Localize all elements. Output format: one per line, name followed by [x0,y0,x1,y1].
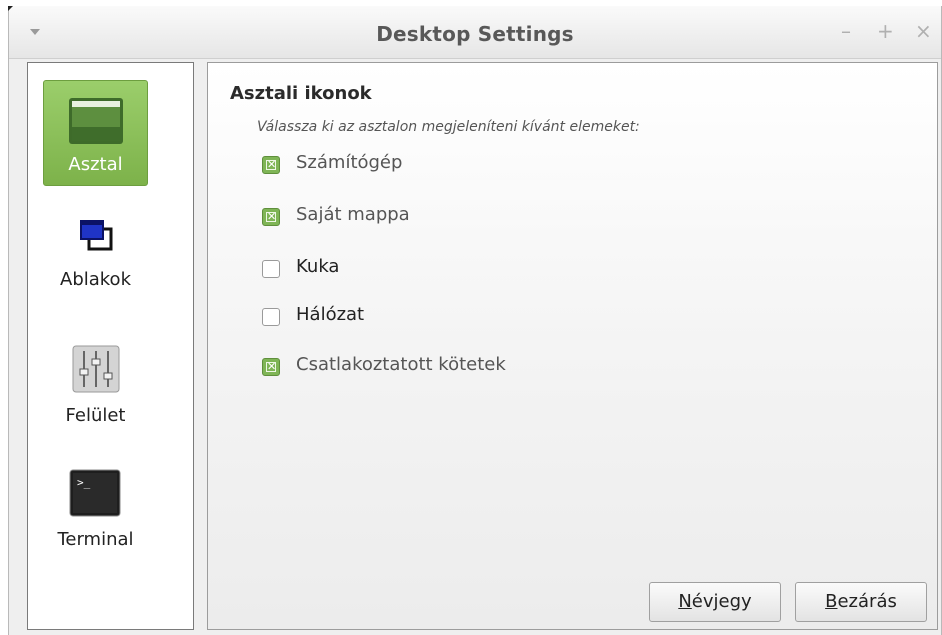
sidebar: Asztal Ablakok Felület >_ Terminal [27,62,194,630]
sidebar-item-asztal[interactable]: Asztal [43,80,148,186]
check-mark-icon: ✕ [267,210,277,223]
close-window-button[interactable]: × [915,20,932,42]
content-panel: Asztali ikonok Válassza ki az asztalon m… [207,62,938,630]
window-corner [8,6,13,11]
close-mnemonic: B [825,591,838,612]
section-subtitle: Válassza ki az asztalon megjeleníteni kí… [257,119,640,135]
svg-text:>_: >_ [77,476,91,489]
sidebar-item-felulet[interactable]: Felület [43,335,148,441]
settings-window: Desktop Settings – + × Asztal Ablakok Fe… [8,6,942,635]
sidebar-item-label: Ablakok [60,269,131,290]
desktop-icon [69,98,123,144]
minimize-button[interactable]: – [841,20,851,42]
maximize-button[interactable]: + [877,20,894,42]
section-title: Asztali ikonok [230,83,372,104]
option-label[interactable]: Kuka [296,256,339,277]
check-mark-icon: ✕ [267,360,277,373]
checkbox-szamitogep[interactable]: ✕ [262,156,280,174]
checkbox-csatlakoztatott-kotetek[interactable]: ✕ [262,358,280,376]
checkbox-halozat[interactable] [262,308,280,326]
about-mnemonic: N [678,591,692,612]
checkbox-kuka[interactable] [262,260,280,278]
sliders-icon [72,345,120,393]
sidebar-item-label: Felület [65,405,126,426]
option-label[interactable]: Hálózat [296,304,364,325]
close-button[interactable]: Bezárás [795,582,927,622]
window-title: Desktop Settings [376,22,574,46]
option-label[interactable]: Csatlakoztatott kötetek [296,354,506,375]
about-label: évjegy [691,591,752,612]
sidebar-item-label: Terminal [57,529,134,550]
sidebar-item-label: Asztal [68,154,123,175]
option-label[interactable]: Saját mappa [296,204,410,225]
close-label: ezárás [837,591,897,612]
checkbox-sajat-mappa[interactable]: ✕ [262,208,280,226]
sidebar-item-ablakok[interactable]: Ablakok [43,211,148,317]
about-button[interactable]: Névjegy [649,582,781,622]
sidebar-item-terminal[interactable]: >_ Terminal [43,459,148,565]
check-mark-icon: ✕ [267,158,277,171]
windows-icon [80,220,113,251]
title-bar[interactable]: Desktop Settings – + × [9,6,941,59]
option-label[interactable]: Számítógép [296,152,402,173]
terminal-icon: >_ [69,469,121,517]
